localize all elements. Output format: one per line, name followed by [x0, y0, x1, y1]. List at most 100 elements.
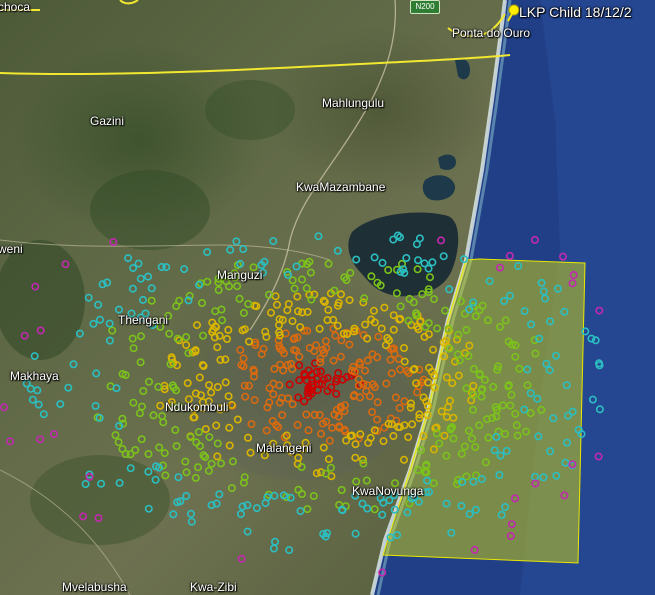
probability-marker: [136, 274, 145, 283]
probability-marker: [183, 379, 192, 388]
pushpin-icon[interactable]: [506, 4, 520, 22]
probability-marker: [345, 296, 354, 305]
probability-marker: [269, 544, 278, 553]
probability-marker: [369, 306, 378, 315]
probability-marker: [293, 307, 302, 316]
probability-marker: [324, 305, 333, 314]
probability-marker: [89, 319, 98, 328]
probability-marker: [203, 248, 212, 257]
lake-kosi: [422, 175, 456, 201]
probability-marker: [194, 463, 203, 472]
probability-marker: [269, 237, 278, 246]
probability-marker: [154, 382, 163, 391]
probability-marker: [286, 493, 295, 502]
probability-marker: [138, 402, 147, 411]
probability-marker: [75, 329, 84, 338]
probability-marker: [144, 449, 153, 458]
probability-marker: [380, 303, 389, 312]
probability-marker: [56, 400, 65, 409]
probability-marker: [187, 517, 196, 526]
probability-marker: [378, 510, 387, 519]
probability-marker: [84, 293, 93, 302]
probability-marker: [225, 282, 234, 291]
probability-marker: [115, 305, 124, 314]
probability-marker: [297, 275, 306, 284]
probability-marker: [396, 302, 405, 311]
probability-marker: [171, 425, 180, 434]
probability-marker: [124, 254, 133, 263]
probability-marker: [302, 284, 311, 293]
probability-marker: [155, 443, 164, 452]
probability-marker: [174, 473, 183, 482]
probability-marker: [363, 504, 372, 513]
probability-marker: [137, 435, 146, 444]
probability-marker: [147, 284, 156, 293]
pin-label[interactable]: LKP Child 18/12/2: [519, 4, 632, 20]
place-gazini: Gazini: [90, 114, 125, 128]
probability-marker: [293, 292, 302, 301]
probability-marker: [161, 471, 170, 480]
probability-marker: [237, 554, 246, 563]
probability-marker: [193, 321, 202, 330]
probability-marker: [360, 294, 369, 303]
probability-marker: [233, 282, 242, 291]
probability-marker: [149, 411, 158, 420]
probability-marker: [445, 285, 454, 294]
probability-marker: [324, 259, 333, 268]
place-makhaya: Makhaya: [10, 369, 59, 383]
probability-marker: [36, 435, 45, 444]
probability-marker: [105, 319, 114, 328]
probability-marker: [112, 384, 121, 393]
probability-marker: [180, 265, 189, 274]
probability-marker: [69, 360, 78, 369]
probability-marker: [114, 438, 123, 447]
probability-marker: [145, 377, 154, 386]
probability-marker: [139, 386, 148, 395]
probability-marker: [181, 457, 190, 466]
probability-marker: [182, 468, 191, 477]
probability-marker: [94, 300, 103, 309]
probability-marker: [337, 485, 346, 494]
probability-marker: [156, 401, 165, 410]
probability-marker: [214, 285, 223, 294]
probability-marker: [187, 509, 196, 518]
probability-marker: [92, 369, 101, 378]
map-view[interactable]: N200 LKP Child 18/12/2 choca Ponta do Ou…: [0, 0, 655, 595]
probability-marker: [198, 298, 207, 307]
probability-marker: [204, 466, 213, 475]
probability-marker: [239, 245, 248, 254]
probability-marker: [217, 459, 226, 468]
probability-marker: [294, 485, 303, 494]
probability-marker: [137, 332, 146, 341]
probability-marker: [400, 357, 409, 366]
probability-marker: [351, 529, 360, 538]
place-ndukombuli: Ndukombuli: [165, 400, 229, 414]
probability-marker: [271, 292, 280, 301]
probability-marker: [160, 449, 169, 458]
probability-marker: [408, 420, 417, 429]
probability-marker: [309, 491, 318, 500]
probability-marker: [201, 452, 210, 461]
place-kwa-zibi: Kwa-Zibi: [190, 580, 237, 594]
probability-marker: [128, 284, 137, 293]
probability-marker: [144, 272, 153, 281]
map-canvas: [0, 0, 655, 595]
probability-marker: [377, 324, 386, 333]
probability-marker: [389, 325, 398, 334]
probability-marker: [362, 476, 371, 485]
probability-marker: [211, 307, 220, 316]
probability-marker: [270, 537, 279, 546]
probability-marker: [172, 442, 181, 451]
probability-marker: [239, 308, 248, 317]
probability-marker: [297, 489, 306, 498]
probability-marker: [399, 455, 408, 464]
probability-marker: [129, 264, 138, 273]
probability-marker: [261, 499, 270, 508]
probability-marker: [243, 527, 252, 536]
probability-marker: [105, 336, 114, 345]
probability-marker: [283, 306, 292, 315]
place-ponta-do-ouro: Ponta do Ouro: [452, 26, 531, 40]
probability-marker: [34, 400, 43, 409]
probability-marker: [429, 295, 438, 304]
road-shield: N200: [410, 0, 440, 14]
